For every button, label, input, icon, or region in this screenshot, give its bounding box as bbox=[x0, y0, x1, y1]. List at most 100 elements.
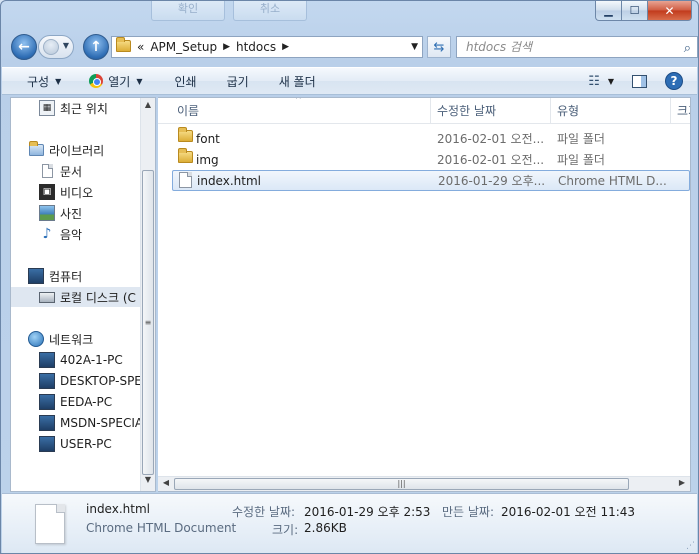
column-headers: ^ 이름 수정한 날짜 유형 크기 bbox=[158, 98, 690, 124]
document-icon bbox=[35, 504, 65, 544]
nav-item-videos[interactable]: ▣ 비디오 bbox=[39, 182, 93, 202]
file-type: 파일 폴더 bbox=[557, 153, 605, 167]
scroll-up-icon[interactable]: ▲ bbox=[141, 100, 155, 114]
file-row[interactable]: font 2016-02-01 오전... 파일 폴더 bbox=[172, 127, 690, 149]
file-modified: 2016-02-01 오전... bbox=[437, 132, 545, 146]
nav-pane-scrollbar[interactable]: ▲ ≡ ▼ bbox=[140, 98, 155, 491]
close-button[interactable]: ✕ bbox=[648, 1, 692, 21]
burn-button[interactable]: 굽기 bbox=[211, 73, 263, 90]
nav-item-documents[interactable]: 문서 bbox=[39, 161, 82, 181]
breadcrumb-apm-setup[interactable]: APM_Setup bbox=[150, 40, 217, 54]
computer-icon bbox=[39, 436, 55, 452]
maximize-icon: ☐ bbox=[629, 4, 640, 17]
library-icon bbox=[28, 141, 44, 158]
organize-button[interactable]: 구성 ▼ bbox=[2, 73, 75, 90]
computer-icon bbox=[39, 415, 55, 431]
view-options-button[interactable]: ☷ ▼ bbox=[588, 74, 614, 89]
details-created-value: 2016-02-01 오전 11:43 bbox=[501, 505, 636, 519]
nav-item-local-disk[interactable]: 로컬 디스크 (C bbox=[11, 287, 142, 307]
minimize-icon: ▁ bbox=[604, 4, 613, 17]
nav-item-label: 컴퓨터 bbox=[49, 269, 83, 284]
column-header-type[interactable]: 유형 bbox=[551, 98, 671, 124]
chevron-down-icon[interactable]: ▼ bbox=[411, 42, 418, 52]
folder-icon bbox=[116, 36, 131, 55]
burn-label: 굽기 bbox=[226, 74, 249, 89]
documents-icon bbox=[39, 163, 55, 179]
search-placeholder: htdocs 검색 bbox=[466, 40, 533, 54]
computer-icon bbox=[39, 394, 55, 410]
file-row-selected[interactable]: index.html 2016-01-29 오후... Chrome HTML … bbox=[172, 170, 690, 191]
scroll-right-icon[interactable]: ▶ bbox=[675, 478, 689, 487]
picture-icon bbox=[39, 205, 55, 221]
maximize-button[interactable]: ☐ bbox=[622, 1, 648, 21]
search-icon[interactable]: ⌕ bbox=[684, 39, 691, 59]
new-folder-button[interactable]: 새 폴더 bbox=[263, 73, 330, 90]
nav-item-network-pc[interactable]: 402A-1-PC bbox=[39, 350, 123, 370]
chevron-down-icon: ▼ bbox=[136, 76, 143, 86]
refresh-button[interactable]: ⇆ bbox=[427, 36, 451, 58]
details-file-type: Chrome HTML Document bbox=[86, 521, 237, 535]
back-button[interactable]: ← bbox=[11, 34, 37, 60]
nav-item-label: 음악 bbox=[60, 227, 83, 242]
nav-item-network-pc[interactable]: MSDN-SPECIA bbox=[39, 413, 143, 433]
details-modified-value: 2016-01-29 오후 2:53 bbox=[304, 505, 431, 519]
explorer-window: 확인 취소 ▁ ☐ ✕ ← ▼ ↑ « APM_Setup ▶ htdocs ▶… bbox=[0, 0, 699, 554]
breadcrumb-overflow[interactable]: « bbox=[137, 40, 144, 54]
navigation-row: ← ▼ ↑ « APM_Setup ▶ htdocs ▶ ▼ ⇆ htdocs … bbox=[9, 31, 698, 63]
nav-item-label: USER-PC bbox=[60, 437, 112, 451]
nav-item-label: 402A-1-PC bbox=[60, 353, 123, 367]
open-button[interactable]: 열기 ▼ bbox=[75, 73, 156, 90]
circle-icon bbox=[43, 39, 59, 55]
minimize-button[interactable]: ▁ bbox=[595, 1, 622, 21]
scrollbar-thumb[interactable]: ||| bbox=[174, 478, 629, 490]
nav-item-network-pc[interactable]: EEDA-PC bbox=[39, 392, 112, 412]
address-bar[interactable]: « APM_Setup ▶ htdocs ▶ ▼ bbox=[111, 36, 423, 58]
nav-item-music[interactable]: ♪ 음악 bbox=[39, 224, 83, 244]
print-button[interactable]: 인쇄 bbox=[157, 73, 211, 90]
file-type: 파일 폴더 bbox=[557, 132, 605, 146]
nav-item-recent[interactable]: ▦ 최근 위치 bbox=[39, 98, 108, 118]
search-input[interactable]: htdocs 검색 ⌕ bbox=[456, 36, 698, 58]
nav-item-label: 로컬 디스크 (C bbox=[60, 290, 136, 305]
details-modified-label: 수정한 날짜: bbox=[232, 505, 296, 519]
up-button[interactable]: ↑ bbox=[83, 34, 109, 60]
column-header-size[interactable]: 크기 bbox=[671, 98, 690, 124]
column-header-modified[interactable]: 수정한 날짜 bbox=[431, 98, 551, 124]
chevron-right-icon[interactable]: ▶ bbox=[282, 42, 289, 52]
organize-label: 구성 bbox=[27, 74, 50, 89]
file-list-hscrollbar[interactable]: ◀ ||| ▶ bbox=[158, 476, 690, 491]
nav-item-network[interactable]: 네트워크 bbox=[28, 329, 93, 349]
chevron-down-icon: ▼ bbox=[55, 76, 62, 86]
nav-item-computer[interactable]: 컴퓨터 bbox=[28, 266, 82, 286]
nav-item-label: 네트워크 bbox=[49, 332, 94, 347]
print-label: 인쇄 bbox=[174, 74, 197, 89]
nav-item-network-pc[interactable]: USER-PC bbox=[39, 434, 112, 454]
document-icon bbox=[179, 172, 192, 191]
file-list-pane: ^ 이름 수정한 날짜 유형 크기 font 2016-02-01 오전... … bbox=[158, 97, 691, 492]
column-header-name[interactable]: 이름 bbox=[171, 98, 431, 124]
help-button[interactable]: ? bbox=[665, 72, 683, 90]
file-type: Chrome HTML D... bbox=[558, 173, 667, 188]
nav-item-libraries[interactable]: 라이브러리 bbox=[28, 140, 104, 160]
scroll-down-icon[interactable]: ▼ bbox=[141, 475, 155, 489]
forward-disabled-button[interactable]: ▼ bbox=[38, 35, 74, 59]
breadcrumb-htdocs[interactable]: htdocs bbox=[236, 40, 276, 54]
resize-grip-icon[interactable]: ⋰ bbox=[686, 541, 695, 551]
scrollbar-thumb[interactable]: ≡ bbox=[142, 170, 154, 475]
file-row[interactable]: img 2016-02-01 오전... 파일 폴더 bbox=[172, 148, 690, 170]
nav-item-network-pc[interactable]: DESKTOP-SPEC bbox=[39, 371, 150, 391]
nav-item-label: 문서 bbox=[60, 164, 83, 179]
chevron-right-icon[interactable]: ▶ bbox=[223, 42, 230, 52]
nav-item-label: 최근 위치 bbox=[60, 101, 108, 116]
preview-pane-button[interactable] bbox=[632, 74, 647, 88]
details-size-value: 2.86KB bbox=[304, 521, 347, 535]
music-note-icon: ♪ bbox=[42, 226, 52, 242]
nav-item-pictures[interactable]: 사진 bbox=[39, 203, 82, 223]
chevron-down-icon: ▼ bbox=[607, 76, 614, 86]
scroll-left-icon[interactable]: ◀ bbox=[159, 478, 173, 487]
nav-item-label: DESKTOP-SPEC bbox=[60, 374, 151, 388]
close-icon: ✕ bbox=[664, 3, 675, 18]
computer-icon bbox=[39, 352, 55, 368]
open-label: 열기 bbox=[108, 74, 131, 89]
navigation-pane: ▦ 최근 위치 라이브러리 문서 ▣ 비디오 사진 ♪ 음악 컴퓨터 로컬 디스… bbox=[10, 97, 156, 492]
